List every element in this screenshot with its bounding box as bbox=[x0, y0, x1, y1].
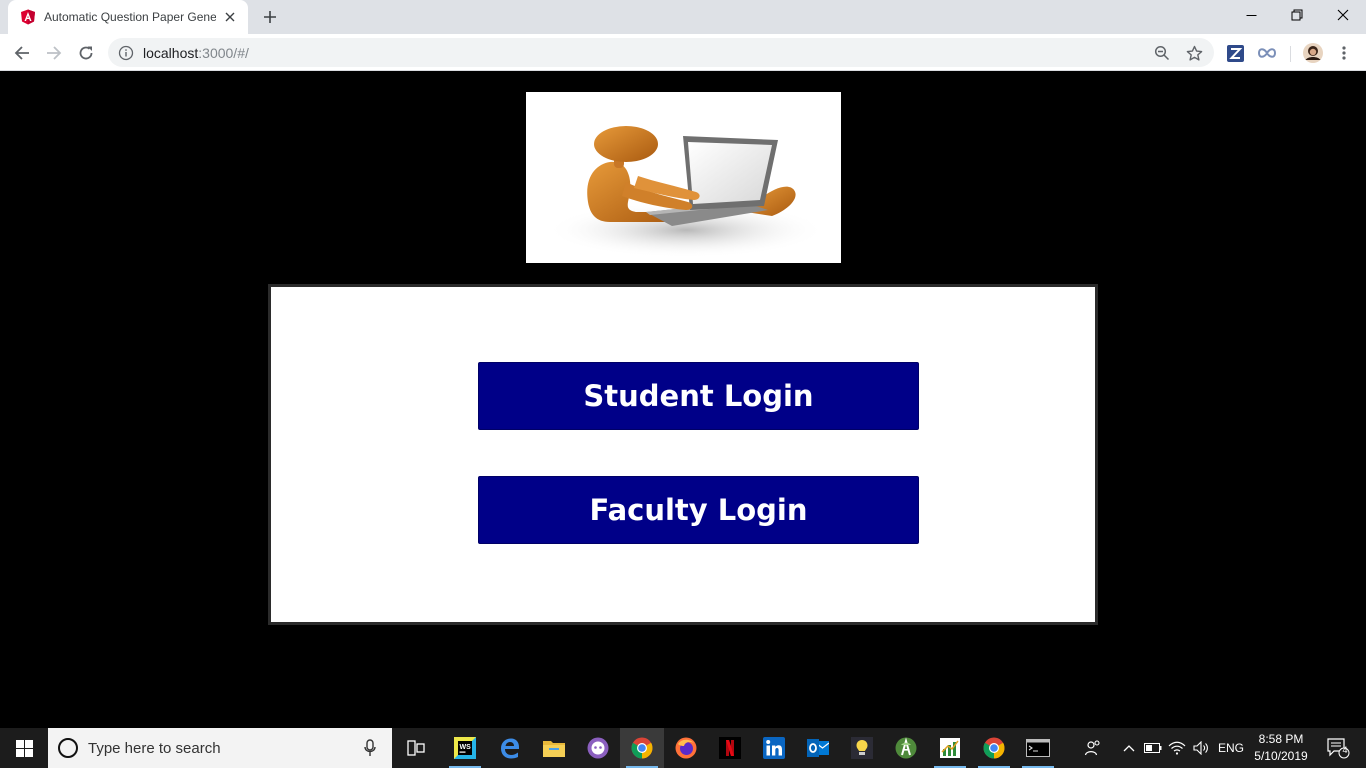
action-center-icon[interactable]: 4 bbox=[1318, 728, 1358, 768]
firefox-icon[interactable] bbox=[664, 728, 708, 768]
browser-tab-strip: Automatic Question Paper Generator bbox=[0, 0, 1366, 34]
close-tab-icon[interactable] bbox=[222, 9, 238, 25]
toolbar-divider bbox=[1290, 46, 1291, 62]
github-desktop-icon[interactable] bbox=[576, 728, 620, 768]
clock-date: 5/10/2019 bbox=[1254, 749, 1308, 763]
student-login-button[interactable]: Student Login bbox=[478, 362, 919, 430]
close-window-button[interactable] bbox=[1320, 0, 1366, 30]
reload-button[interactable] bbox=[72, 39, 100, 67]
chart-app-icon[interactable] bbox=[928, 728, 972, 768]
volume-icon[interactable] bbox=[1190, 728, 1212, 768]
windows-taskbar: Type here to search WS ENG 8:58 PM 5/10/… bbox=[0, 728, 1366, 768]
browser-menu-icon[interactable] bbox=[1330, 39, 1358, 67]
webstorm-icon[interactable]: WS bbox=[443, 728, 487, 768]
taskbar-search-box[interactable]: Type here to search bbox=[48, 728, 392, 768]
chrome-icon[interactable] bbox=[972, 728, 1016, 768]
faculty-login-button[interactable]: Faculty Login bbox=[478, 476, 919, 544]
profile-avatar[interactable] bbox=[1302, 42, 1324, 64]
page-content: Student Login Faculty Login bbox=[0, 71, 1366, 728]
clock-time: 8:58 PM bbox=[1258, 732, 1304, 746]
bulb-icon[interactable] bbox=[840, 728, 884, 768]
infinity-icon[interactable] bbox=[1257, 43, 1277, 63]
chrome-icon[interactable] bbox=[620, 728, 664, 768]
linkedin-icon[interactable] bbox=[752, 728, 796, 768]
file-explorer-icon[interactable] bbox=[532, 728, 576, 768]
forward-button[interactable] bbox=[40, 39, 68, 67]
angular-icon bbox=[20, 9, 36, 25]
zoom-icon[interactable] bbox=[1153, 44, 1171, 62]
url-host: localhost bbox=[143, 44, 199, 61]
people-icon[interactable] bbox=[1080, 728, 1106, 768]
zotero-icon[interactable] bbox=[1225, 43, 1245, 63]
android-studio-icon[interactable] bbox=[884, 728, 928, 768]
address-bar[interactable]: localhost:3000/#/ bbox=[108, 38, 1214, 67]
terminal-icon[interactable] bbox=[1016, 728, 1060, 768]
outlook-icon[interactable] bbox=[796, 728, 840, 768]
cortana-icon bbox=[58, 738, 78, 758]
url-path: :3000/#/ bbox=[198, 44, 249, 61]
wifi-icon[interactable] bbox=[1166, 728, 1188, 768]
microphone-icon[interactable] bbox=[360, 738, 380, 758]
battery-icon[interactable] bbox=[1142, 728, 1164, 768]
show-hidden-icons-icon[interactable] bbox=[1118, 728, 1140, 768]
person-with-laptop-illustration bbox=[526, 92, 841, 263]
restore-window-button[interactable] bbox=[1274, 0, 1320, 30]
minimize-window-button[interactable] bbox=[1228, 0, 1274, 30]
url-text: localhost:3000/#/ bbox=[143, 45, 249, 61]
bookmark-star-icon[interactable] bbox=[1185, 44, 1203, 62]
edge-icon[interactable] bbox=[488, 728, 532, 768]
netflix-icon[interactable] bbox=[708, 728, 752, 768]
search-placeholder: Type here to search bbox=[88, 739, 221, 757]
notification-count: 4 bbox=[1342, 745, 1348, 755]
browser-toolbar: localhost:3000/#/ bbox=[0, 34, 1366, 71]
info-icon[interactable] bbox=[118, 45, 134, 61]
back-button[interactable] bbox=[8, 39, 36, 67]
language-label: ENG bbox=[1217, 741, 1244, 755]
system-clock[interactable]: 8:58 PM 5/10/2019 bbox=[1250, 731, 1312, 765]
browser-tab[interactable]: Automatic Question Paper Generator bbox=[8, 0, 248, 34]
new-tab-button[interactable] bbox=[258, 6, 282, 28]
windows-start-button[interactable] bbox=[0, 728, 48, 768]
tab-title: Automatic Question Paper Generator bbox=[44, 10, 216, 24]
task-view-icon[interactable] bbox=[394, 728, 438, 768]
login-panel: Student Login Faculty Login bbox=[268, 284, 1098, 625]
input-language-indicator[interactable]: ENG bbox=[1214, 728, 1248, 768]
svg-text:WS: WS bbox=[460, 744, 472, 751]
